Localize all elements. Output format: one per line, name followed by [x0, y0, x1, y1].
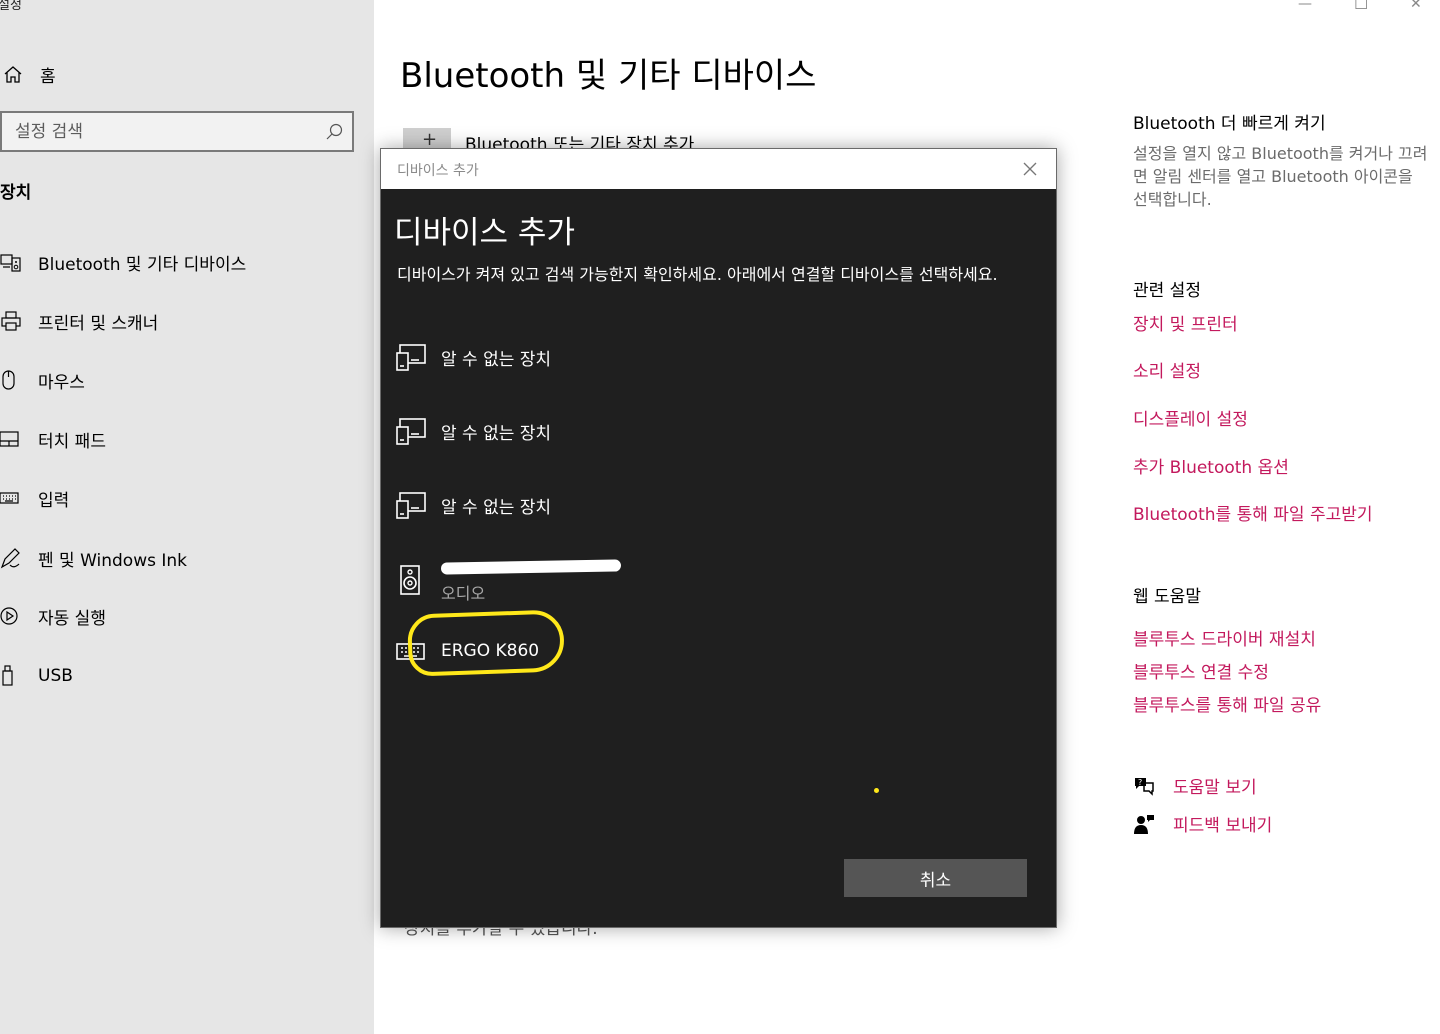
mouse-icon — [2, 370, 15, 390]
link-more-bluetooth-options[interactable]: 추가 Bluetooth 옵션 — [1133, 453, 1289, 478]
quick-bluetooth-text: 설정을 열지 않고 Bluetooth를 켜거나 끄려면 알림 센터를 열고 B… — [1133, 144, 1428, 209]
home-icon — [4, 66, 22, 83]
get-help-link[interactable]: ? 도움말 보기 — [1133, 773, 1257, 798]
sidebar-item-label: 자동 실행 — [38, 608, 106, 629]
sidebar-item-autoplay[interactable]: 자동 실행 — [0, 600, 370, 632]
send-feedback-label: 피드백 보내기 — [1173, 816, 1273, 836]
sidebar-item-bluetooth[interactable]: Bluetooth 및 기타 디바이스 — [0, 246, 370, 278]
link-sound-settings[interactable]: 소리 설정 — [1133, 357, 1201, 382]
dialog-titlebar-text: 디바이스 추가 — [397, 163, 479, 179]
device-type: 오디오 — [441, 583, 486, 603]
feedback-icon — [1134, 814, 1154, 834]
maximize-icon[interactable]: ☐ — [1354, 0, 1368, 13]
sidebar-item-pen[interactable]: 펜 및 Windows Ink — [0, 542, 370, 574]
unknown-device-icon — [396, 418, 426, 445]
home-label: 홈 — [40, 66, 56, 87]
unknown-device-icon — [396, 344, 426, 371]
svg-text:?: ? — [1138, 778, 1142, 787]
sidebar-item-label: 입력 — [38, 490, 70, 511]
device-item-ergo-k860[interactable]: ERGO K860 — [395, 621, 1035, 681]
section-title: 장치 — [0, 183, 32, 203]
sidebar-item-typing[interactable]: 입력 — [0, 482, 370, 514]
search-box — [0, 111, 354, 152]
add-icon — [403, 128, 451, 150]
device-name: 알 수 없는 장치 — [441, 497, 552, 518]
close-icon[interactable] — [1020, 159, 1040, 179]
quick-bluetooth-heading: Bluetooth 더 빠르게 켜기 — [1133, 114, 1326, 134]
bluetooth-devices-icon — [0, 254, 21, 272]
sidebar-item-mouse[interactable]: 마우스 — [0, 364, 370, 396]
link-fix-connection[interactable]: 블루투스 연결 수정 — [1133, 658, 1269, 683]
help-chat-icon: ? — [1135, 777, 1154, 796]
autoplay-icon — [0, 607, 18, 625]
speaker-icon — [400, 565, 420, 595]
add-device-button[interactable]: Bluetooth 또는 기타 장치 추가 — [403, 128, 694, 155]
link-bluetooth-file-transfer[interactable]: Bluetooth를 통해 파일 주고받기 — [1133, 500, 1373, 525]
device-item-unknown-3[interactable]: 알 수 없는 장치 — [395, 475, 1035, 535]
sidebar-item-label: 펜 및 Windows Ink — [38, 550, 188, 571]
app-title: 설정 — [0, 0, 22, 13]
search-input[interactable] — [2, 113, 324, 150]
cancel-button[interactable]: 취소 — [844, 859, 1027, 897]
search-icon[interactable] — [324, 122, 344, 142]
keyboard-icon — [396, 643, 425, 660]
minimize-icon[interactable]: — — [1298, 0, 1312, 12]
dialog-description: 디바이스가 켜져 있고 검색 가능한지 확인하세요. 아래에서 연결할 디바이스… — [397, 265, 998, 284]
sidebar-item-label: 프린터 및 스캐너 — [38, 313, 159, 334]
sidebar-item-touchpad[interactable]: 터치 패드 — [0, 423, 370, 455]
device-name: ERGO K860 — [441, 641, 540, 661]
sidebar-item-usb[interactable]: USB — [0, 660, 370, 692]
sidebar: 설정 홈 장치 Bluetooth 및 기타 디바이스 프린터 및 스캐너 — [0, 0, 374, 1034]
device-name-redacted — [440, 557, 622, 578]
add-device-dialog: 디바이스 추가 디바이스 추가 디바이스가 켜져 있고 검색 가능한지 확인하세… — [380, 148, 1057, 928]
dialog-titlebar: 디바이스 추가 — [381, 149, 1056, 189]
link-devices-printers[interactable]: 장치 및 프린터 — [1133, 310, 1238, 335]
device-item-unknown-1[interactable]: 알 수 없는 장치 — [395, 327, 1035, 387]
device-name: 알 수 없는 장치 — [441, 423, 552, 444]
usb-icon — [2, 665, 13, 686]
sidebar-item-label: USB — [38, 666, 73, 686]
sidebar-item-label: 터치 패드 — [38, 431, 106, 452]
dialog-heading: 디바이스 추가 — [394, 215, 575, 251]
related-settings-heading: 관련 설정 — [1133, 281, 1201, 301]
link-display-settings[interactable]: 디스플레이 설정 — [1133, 405, 1248, 430]
device-name: 알 수 없는 장치 — [441, 349, 552, 370]
link-reinstall-driver[interactable]: 블루투스 드라이버 재설치 — [1133, 625, 1316, 650]
sidebar-item-label: 마우스 — [38, 372, 85, 393]
device-item-audio[interactable]: 오디오 — [395, 550, 1035, 610]
device-item-unknown-2[interactable]: 알 수 없는 장치 — [395, 401, 1035, 461]
page-title: Bluetooth 및 기타 디바이스 — [400, 56, 817, 96]
pen-icon — [0, 548, 20, 569]
window-controls: — ☐ ✕ — [1290, 0, 1440, 13]
redaction-mark — [440, 558, 622, 575]
touchpad-icon — [0, 431, 19, 447]
sidebar-item-printers[interactable]: 프린터 및 스캐너 — [0, 305, 370, 337]
send-feedback-link[interactable]: 피드백 보내기 — [1133, 811, 1272, 836]
keyboard-icon — [0, 492, 19, 504]
web-help-heading: 웹 도움말 — [1133, 587, 1201, 607]
sidebar-item-label: Bluetooth 및 기타 디바이스 — [38, 254, 247, 275]
annotation-dot — [874, 788, 879, 793]
link-share-files[interactable]: 블루투스를 통해 파일 공유 — [1133, 691, 1321, 716]
get-help-label: 도움말 보기 — [1173, 778, 1257, 798]
printer-icon — [1, 311, 21, 331]
sidebar-home[interactable]: 홈 — [0, 60, 360, 88]
unknown-device-icon — [396, 492, 426, 519]
close-window-icon[interactable]: ✕ — [1410, 0, 1422, 12]
